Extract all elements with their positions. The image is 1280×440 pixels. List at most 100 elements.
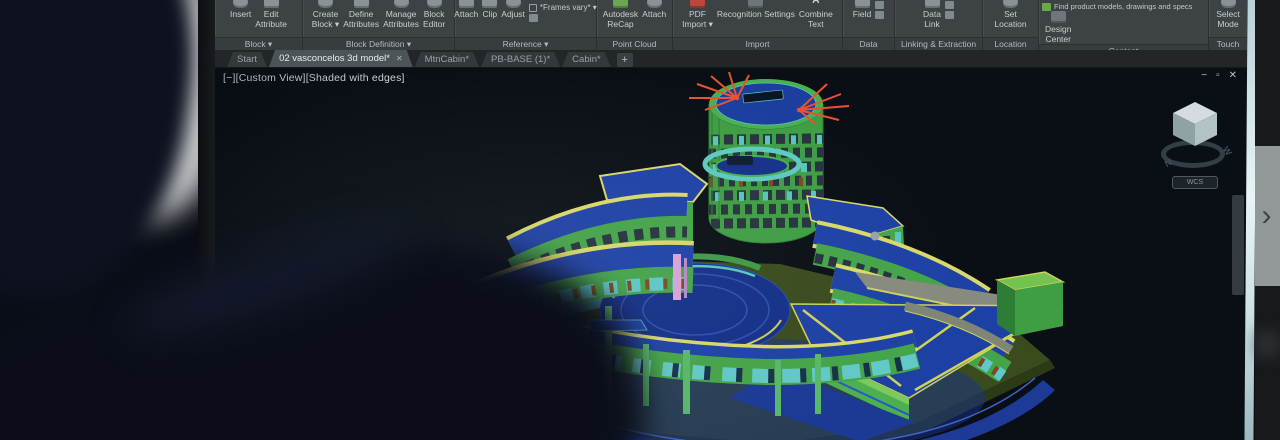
update-fields-icon[interactable] [875,1,885,9]
select-mode-icon [1220,0,1236,8]
new-tab-button[interactable]: + [616,53,633,67]
field-icon [854,0,870,8]
button-label: Create Block ▾ [311,9,340,29]
restore-icon[interactable]: ▫ [1216,70,1220,81]
tab-vasconcelos-model[interactable]: 02 vasconcelos 3d model* ✕ [269,50,413,67]
recognition-settings-icon [748,0,764,8]
button-label: Design Center [1045,24,1072,44]
panel-label-import[interactable]: Import [673,37,842,50]
frames-vary-label: *Frames vary* ▾ [539,3,597,12]
ribbon-panel-data: Field Data [843,0,895,50]
viewcube[interactable]: N W WCS [1159,96,1234,192]
button-label: Recognition Settings [716,9,795,19]
recognition-settings-button[interactable]: Recognition Settings [717,0,795,20]
button-label: Block Editor [423,9,446,29]
design-center-icon [1050,11,1066,23]
3d-model-canvas [395,71,1066,440]
button-label: Set Location [994,9,1027,29]
pdf-import-button[interactable]: PDF Import ▾ [682,0,713,29]
attach-icon [458,0,474,8]
far-right-block [994,271,1066,336]
panel-label-reference[interactable]: Reference ▾ [455,37,596,50]
set-location-icon [1002,0,1018,8]
frames-checkbox-icon [528,3,537,12]
panel-label-data[interactable]: Data [843,37,894,50]
floating-object [870,231,880,241]
attach-point-cloud-icon [646,0,662,8]
viewcube-cube[interactable] [1173,102,1217,146]
content-search-box[interactable]: Find product models, drawings and specs [1039,0,1208,11]
ribbon-panel-point-cloud: Autodesk ReCap Attach Point Cloud [597,0,673,50]
ribbon-panel-touch: Select Mode Touch [1209,0,1247,50]
create-block-button[interactable]: Create Block ▾ [312,0,339,29]
panel-label-linking-extraction[interactable]: Linking & Extraction [895,37,982,50]
select-mode-button[interactable]: Select Mode [1216,0,1240,29]
insert-button[interactable]: Insert [230,0,251,20]
set-location-button[interactable]: Set Location [994,0,1027,29]
ribbon-panel-linking-extraction: Data Link Linking & Extraction [895,0,983,50]
tab-close-icon[interactable]: ✕ [396,54,403,63]
panel-label-point-cloud[interactable]: Point Cloud [597,37,672,50]
chevron-right-icon: › [1261,199,1272,232]
frames-vary-control[interactable]: *Frames vary* ▾ [528,3,597,22]
tab-pb-base[interactable]: PB-BASE (1)* [481,52,560,67]
background-light-smudge [1255,330,1280,358]
carousel-next-button[interactable]: › [1255,146,1280,286]
design-center-button[interactable]: Design Center [1045,11,1071,44]
minimize-icon[interactable]: − [1201,70,1207,81]
button-label: Combine Text [798,9,833,29]
viewport-visual-style-control[interactable]: [Shaded with edges] [306,72,405,84]
create-block-icon [317,0,333,8]
close-icon[interactable]: ✕ [1229,70,1237,81]
file-tab-bar: Start 02 vasconcelos 3d model* ✕ MtnCabin… [215,50,1247,68]
button-label: Select Mode [1216,9,1240,29]
panel-label-location[interactable]: Location [983,37,1038,50]
panel-label-content[interactable]: Content [1039,44,1208,50]
viewport-menu-control[interactable]: [−] [223,72,236,84]
manage-attributes-button[interactable]: Manage Attributes [383,0,419,29]
content-search-icon [1042,2,1051,11]
button-label: Adjust [501,9,525,19]
viewport-controls: [−][Custom View][Shaded with edges] [223,72,405,84]
tab-start[interactable]: Start [227,52,267,67]
monitor-bezel [198,0,215,440]
edit-attribute-button[interactable]: Edit Attribute [255,0,287,29]
manage-attributes-icon [393,0,409,8]
drawing-viewport[interactable]: [−][Custom View][Shaded with edges] − ▫ … [215,68,1247,440]
button-label: Edit Attribute [255,9,287,29]
insert-icon [233,0,249,8]
define-attributes-button[interactable]: Define Attributes [343,0,379,29]
background-left [0,0,215,440]
data-link-icon [924,0,940,8]
viewport-view-control[interactable]: [Custom View] [236,72,306,84]
ole-object-icon[interactable] [875,11,885,19]
tab-cabin[interactable]: Cabin* [562,52,611,67]
button-label: Field [852,9,872,19]
autocad-screen: Insert Edit Attribute Block ▾ Create Blo… [215,0,1247,440]
panel-label-block-definition[interactable]: Block Definition ▾ [303,37,454,50]
ribbon-panel-block-definition: Create Block ▾ Define Attributes Manage … [303,0,455,50]
tab-mtncabin[interactable]: MtnCabin* [415,52,479,67]
extract-data-icon[interactable] [944,1,954,9]
ribbon-panel-location: Set Location Location [983,0,1039,50]
navigation-bar[interactable] [1232,195,1244,295]
field-button[interactable]: Field [853,0,871,20]
panel-label-block[interactable]: Block ▾ [215,37,302,50]
attach-point-cloud-button[interactable]: Attach [642,0,666,20]
button-label: Autodesk ReCap [602,9,639,29]
upload-data-icon[interactable] [944,11,954,19]
wcs-dropdown[interactable]: WCS [1172,176,1218,189]
block-editor-button[interactable]: Block Editor [423,0,445,29]
button-label: Clip [482,9,498,19]
attach-button[interactable]: Attach [454,0,478,20]
panel-label-touch[interactable]: Touch [1209,37,1247,50]
tab-label: Start [237,54,258,65]
tab-label: 02 vasconcelos 3d model* [279,53,390,64]
window-controls: − ▫ ✕ [1201,70,1237,81]
combine-text-icon: A [812,0,820,6]
clip-button[interactable]: Clip [482,0,498,20]
data-link-button[interactable]: Data Link [923,0,941,29]
adjust-button[interactable]: Adjust [501,0,525,20]
autodesk-recap-button[interactable]: Autodesk ReCap [603,0,638,29]
combine-text-button[interactable]: A Combine Text [799,0,833,29]
